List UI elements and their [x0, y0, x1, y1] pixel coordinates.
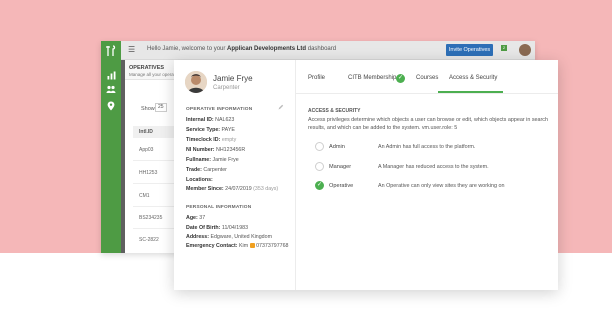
- welcome-message: Hello Jamie, welcome to your Applican De…: [147, 46, 337, 52]
- role-name-manager: Manager: [329, 164, 352, 170]
- invite-operatives-button[interactable]: Invite Operatives: [446, 44, 493, 56]
- top-bar: ☰ Hello Jamie, welcome to your Applican …: [101, 41, 535, 60]
- field-timeclock-id: Timeclock ID: empty: [186, 137, 237, 143]
- tab-citb-membership[interactable]: CITB Membership: [348, 75, 396, 81]
- access-security-description: Access privileges determine which object…: [308, 117, 549, 131]
- profile-role: Carpenter: [213, 85, 240, 91]
- table-cell[interactable]: SC-2822: [139, 237, 159, 243]
- table-cell[interactable]: App03: [139, 147, 153, 153]
- field-trade: Trade: Carpenter: [186, 167, 227, 173]
- role-radio-manager[interactable]: [315, 162, 324, 171]
- users-icon[interactable]: [106, 84, 116, 94]
- access-security-heading: ACCESS & SECURITY: [308, 108, 361, 114]
- table-cell[interactable]: HH1253: [139, 170, 157, 176]
- role-name-operative: Operative: [329, 183, 354, 189]
- tab-access-security[interactable]: Access & Security: [449, 75, 497, 81]
- phone-icon: [249, 243, 255, 249]
- tab-courses[interactable]: Courses: [416, 75, 438, 81]
- column-header-intl-id[interactable]: Intl.ID: [139, 129, 153, 135]
- menu-icon[interactable]: ☰: [128, 45, 135, 54]
- sidebar: [101, 60, 121, 253]
- sidebar-secondary: [121, 60, 125, 253]
- table-cell[interactable]: CM1: [139, 193, 150, 199]
- field-fullname: Fullname: Jamie Frye: [186, 157, 239, 163]
- role-desc-operative: An Operative can only view sites they ar…: [378, 183, 505, 189]
- field-service-type: Service Type: PAYE: [186, 127, 235, 133]
- field-age: Age: 37: [186, 215, 206, 221]
- role-desc-admin: An Admin has full access to the platform…: [378, 144, 476, 150]
- profile-name: Jamie Frye: [213, 74, 253, 83]
- show-label: Show: [141, 106, 155, 112]
- role-name-admin: Admin: [329, 144, 345, 150]
- table-cell[interactable]: BS234235: [139, 215, 162, 221]
- tools-icon: [106, 44, 116, 56]
- profile-photo: [185, 71, 207, 93]
- page-size-select[interactable]: 25: [155, 103, 167, 112]
- notification-badge[interactable]: 2: [501, 45, 507, 51]
- chart-icon[interactable]: [106, 70, 116, 80]
- role-radio-admin[interactable]: [315, 142, 324, 151]
- tabs-divider: [296, 93, 558, 94]
- field-ni-number: NI Number: NH123456R: [186, 147, 246, 153]
- role-desc-manager: A Manager has reduced access to the syst…: [378, 164, 489, 170]
- column-divider: [295, 60, 296, 290]
- location-pin-icon[interactable]: [106, 101, 116, 111]
- pencil-icon[interactable]: [278, 104, 284, 110]
- field-member-since: Member Since: 24/07/2019 (353 days): [186, 186, 279, 192]
- user-avatar[interactable]: [519, 44, 531, 56]
- operatives-title: OPERATIVES: [129, 65, 165, 71]
- operative-info-heading: OPERATIVE INFORMATION: [186, 107, 253, 112]
- check-icon: ✓: [396, 74, 405, 83]
- app-logo[interactable]: [101, 41, 121, 60]
- operative-profile-card: Jamie Frye Carpenter OPERATIVE INFORMATI…: [174, 60, 558, 290]
- tab-profile[interactable]: Profile: [308, 75, 325, 81]
- field-date-of-birth: Date Of Birth: 11/04/1983: [186, 225, 249, 231]
- field-locations: Locations:: [186, 177, 213, 183]
- field-internal-id: Internal ID: NAL623: [186, 117, 235, 123]
- role-radio-operative[interactable]: ✓: [315, 181, 324, 190]
- field-emergency-contact: Emergency Contact: Kim 07373797768: [186, 243, 289, 249]
- field-address: Address: Edgware, United Kingdom: [186, 234, 272, 240]
- personal-info-heading: PERSONAL INFORMATION: [186, 205, 252, 210]
